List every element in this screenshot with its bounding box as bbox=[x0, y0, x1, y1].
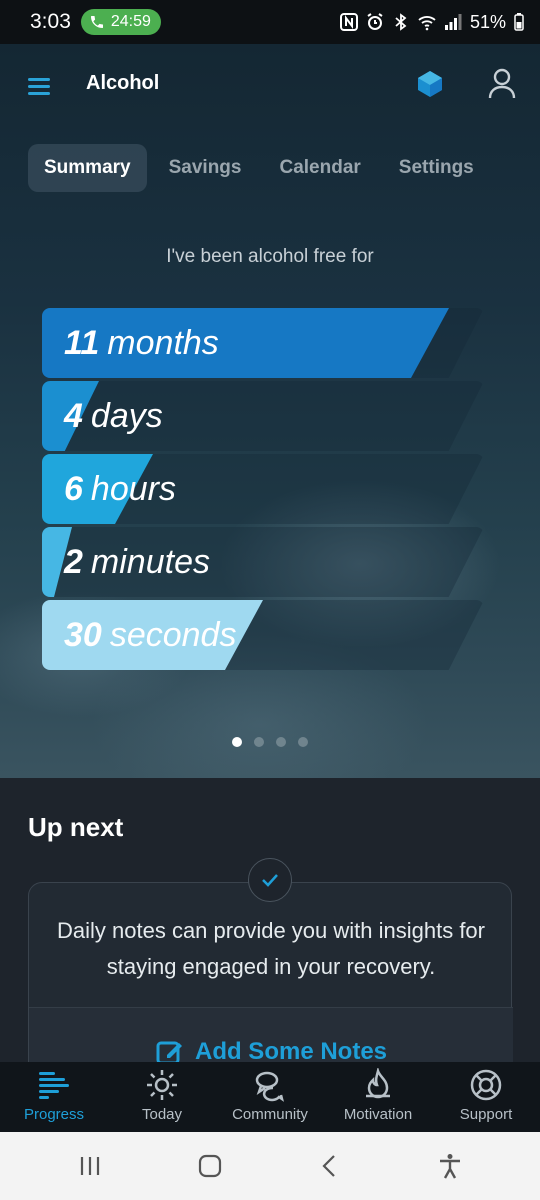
battery-level: 51% bbox=[469, 11, 506, 32]
page-indicator bbox=[0, 737, 540, 747]
up-next-section: Up next Daily notes can provide you with… bbox=[0, 778, 540, 1097]
nfc-icon bbox=[339, 13, 358, 31]
back-icon bbox=[322, 1155, 335, 1177]
counter-seconds: 30 seconds bbox=[42, 600, 488, 670]
counter-minutes-unit: minutes bbox=[90, 542, 210, 581]
up-next-heading: Up next bbox=[28, 812, 124, 842]
sun-icon bbox=[147, 1070, 177, 1100]
page-dot[interactable] bbox=[276, 737, 286, 747]
tab-savings[interactable]: Savings bbox=[153, 144, 258, 192]
nav-community-label: Community bbox=[232, 1106, 308, 1123]
tab-calendar[interactable]: Calendar bbox=[263, 144, 376, 192]
bottom-nav: Progress Today Community Motivation Supp… bbox=[0, 1062, 540, 1132]
tab-summary[interactable]: Summary bbox=[28, 144, 147, 192]
menu-icon[interactable] bbox=[28, 78, 50, 95]
counter-hours: 6 hours bbox=[42, 454, 488, 524]
call-timer: 24:59 bbox=[110, 13, 151, 30]
signal-icon bbox=[444, 14, 462, 30]
recent-apps-button[interactable] bbox=[70, 1146, 110, 1186]
counter-seconds-value: 30 bbox=[64, 615, 102, 654]
check-badge bbox=[248, 858, 292, 902]
alarm-icon bbox=[367, 13, 383, 30]
nav-progress[interactable]: Progress bbox=[0, 1062, 108, 1132]
page-dot[interactable] bbox=[232, 737, 242, 747]
counter-days-unit: days bbox=[90, 396, 163, 435]
system-nav-bar bbox=[0, 1132, 540, 1200]
app-title: Alcohol bbox=[86, 72, 160, 94]
progress-icon bbox=[39, 1072, 69, 1099]
counter-minutes-value: 2 bbox=[64, 542, 83, 581]
tab-settings[interactable]: Settings bbox=[383, 144, 490, 192]
nav-motivation[interactable]: Motivation bbox=[324, 1062, 432, 1132]
page-dot[interactable] bbox=[298, 737, 308, 747]
battery-icon bbox=[514, 13, 524, 31]
tab-bar: Summary Savings Calendar Settings bbox=[28, 144, 496, 192]
counter-days-value: 4 bbox=[64, 396, 83, 435]
home-button[interactable] bbox=[190, 1146, 230, 1186]
hexagon-logo-icon[interactable] bbox=[416, 70, 444, 98]
recent-apps-icon bbox=[80, 1157, 100, 1175]
nav-community[interactable]: Community bbox=[216, 1062, 324, 1132]
page-dot[interactable] bbox=[254, 737, 264, 747]
counter-months: 11 months bbox=[42, 308, 488, 378]
phone-icon bbox=[90, 16, 103, 28]
counter-months-unit: months bbox=[107, 323, 219, 362]
status-bar: 3:03 24:59 51% bbox=[0, 0, 540, 44]
counter-minutes: 2 minutes bbox=[42, 527, 488, 597]
nav-support[interactable]: Support bbox=[432, 1062, 540, 1132]
notes-card-text: Daily notes can provide you with insight… bbox=[57, 918, 485, 979]
counter-seconds-unit: seconds bbox=[109, 615, 237, 654]
nav-support-label: Support bbox=[459, 1106, 513, 1123]
counter-hours-unit: hours bbox=[90, 469, 176, 508]
nav-progress-label: Progress bbox=[23, 1106, 85, 1123]
notes-card: Daily notes can provide you with insight… bbox=[28, 882, 513, 1097]
call-indicator[interactable]: 24:59 bbox=[80, 9, 161, 35]
bluetooth-icon bbox=[395, 13, 407, 31]
profile-icon[interactable] bbox=[488, 68, 516, 100]
counter-months-value: 11 bbox=[64, 323, 100, 362]
flame-icon bbox=[366, 1068, 390, 1099]
sobriety-intro-text: I've been alcohol free for bbox=[166, 246, 374, 267]
counter-hours-value: 6 bbox=[64, 469, 83, 508]
sobriety-counters: 11 months 4 days 6 hours 2 minutes 30 seconds bbox=[42, 308, 488, 673]
accessibility-button[interactable] bbox=[430, 1146, 470, 1186]
chat-bubbles-icon bbox=[255, 1071, 284, 1102]
accessibility-icon bbox=[440, 1154, 460, 1179]
lifebuoy-icon bbox=[470, 1069, 502, 1101]
home-icon bbox=[198, 1154, 222, 1178]
check-icon bbox=[262, 874, 278, 887]
status-time: 3:03 bbox=[30, 10, 71, 33]
app-bar: Alcohol bbox=[0, 44, 540, 124]
back-button[interactable] bbox=[310, 1146, 350, 1186]
nav-today-label: Today bbox=[141, 1106, 183, 1123]
wifi-icon bbox=[418, 16, 436, 31]
hero-section: Alcohol Summary Savings Calendar Setting… bbox=[0, 44, 540, 778]
nav-today[interactable]: Today bbox=[108, 1062, 216, 1132]
counter-days: 4 days bbox=[42, 381, 488, 451]
nav-motivation-label: Motivation bbox=[343, 1106, 413, 1123]
